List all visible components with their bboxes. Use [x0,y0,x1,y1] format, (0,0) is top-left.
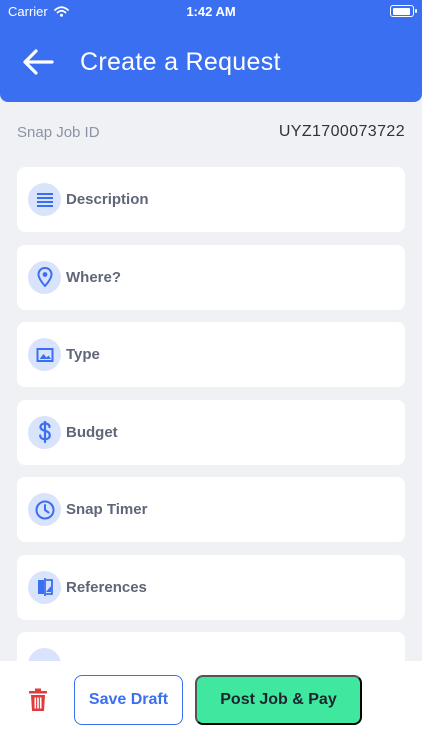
request-field-list: Description Where? Type Budget Snap Time… [17,167,405,710]
snap-job-label: Snap Job ID [17,123,100,141]
status-bar: Carrier 1:42 AM [0,0,422,22]
references-field[interactable]: References [17,554,405,620]
budget-field[interactable]: Budget [17,399,405,465]
post-job-pay-button[interactable]: Post Job & Pay [195,675,362,725]
status-time: 1:42 AM [186,4,236,19]
type-field[interactable]: Type [17,322,405,387]
compare-icon [28,570,61,604]
where-label: Where? [66,268,122,286]
arrow-left-icon [23,49,54,75]
list-lines-icon [28,183,61,216]
back-button[interactable] [20,44,56,80]
bottom-action-bar: Save Draft Post Job & Pay [0,661,422,750]
image-icon [28,338,61,371]
description-label: Description [66,191,149,208]
clock-icon [28,493,61,526]
save-draft-button[interactable]: Save Draft [74,675,183,725]
location-pin-icon [28,260,61,294]
dollar-icon [28,415,61,449]
budget-label: Budget [66,423,118,441]
snap-timer-field[interactable]: Snap Timer [17,477,405,542]
type-label: Type [66,346,100,363]
battery-icon [390,5,417,17]
description-field[interactable]: Description [17,167,405,232]
snap-job-row: Snap Job ID UYZ1700073722 [17,122,405,142]
delete-button[interactable] [26,687,50,713]
where-field[interactable]: Where? [17,244,405,310]
snap-job-id-value: UYZ1700073722 [278,123,405,140]
references-label: References [66,578,147,596]
app-header: Create a Request [0,22,422,102]
snap-timer-label: Snap Timer [66,501,148,518]
trash-icon [29,688,47,711]
page-title: Create a Request [80,48,281,76]
